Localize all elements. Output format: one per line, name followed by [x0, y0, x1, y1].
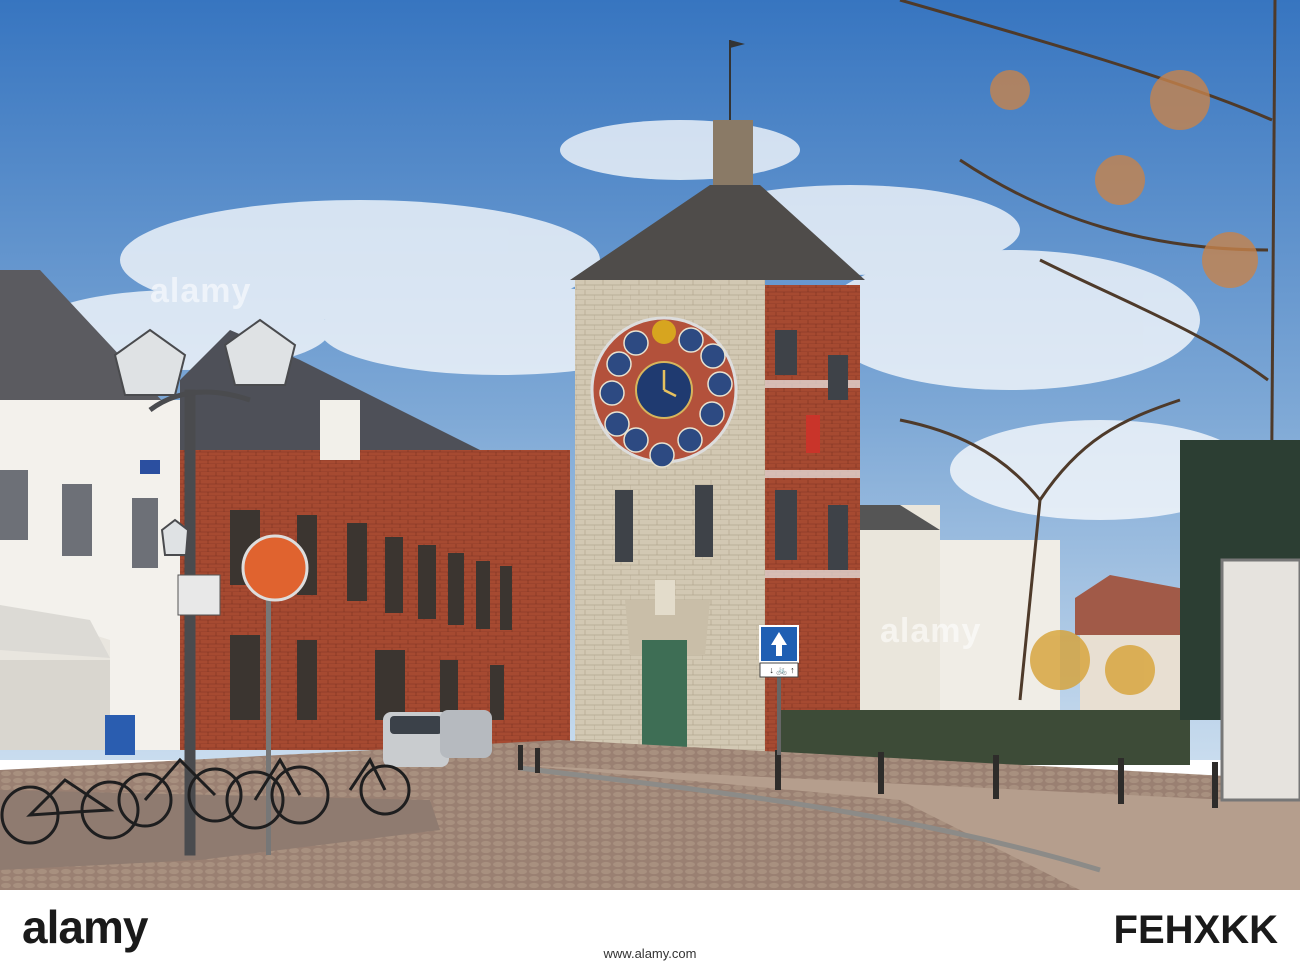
watermark-text-2: alamy — [880, 612, 982, 650]
one-way-sign-text: ↓ 🚲 ↑ — [769, 665, 795, 675]
photo-scene: alamy alamy ↓ 🚲 ↑ — [0, 0, 1300, 890]
information-board — [1220, 558, 1300, 802]
street-photo — [0, 0, 1300, 890]
footer-url: www.alamy.com — [603, 946, 697, 961]
watermark-text: alamy — [150, 272, 252, 310]
footer-bar: alamy FEHXKK www.alamy.com — [0, 890, 1300, 966]
